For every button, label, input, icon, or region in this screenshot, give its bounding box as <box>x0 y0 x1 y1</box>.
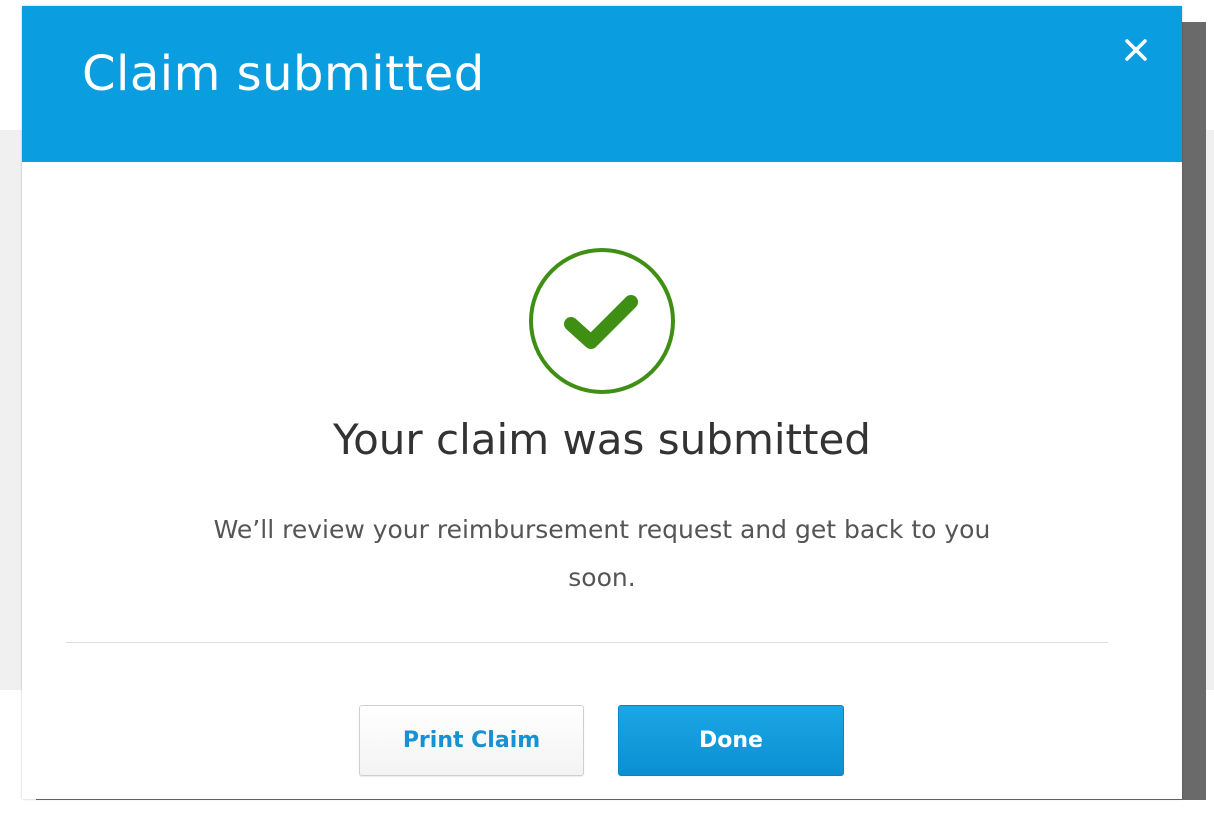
dialog-header: Claim submitted <box>22 6 1182 162</box>
checkmark-circle-icon <box>527 246 677 396</box>
claim-submitted-dialog: Claim submitted Your claim was submitted… <box>22 6 1182 799</box>
close-icon <box>1125 39 1147 61</box>
screen: Claim submitted Your claim was submitted… <box>0 0 1214 813</box>
print-claim-button[interactable]: Print Claim <box>359 705 584 776</box>
close-button[interactable] <box>1114 28 1158 72</box>
done-label: Done <box>699 728 763 753</box>
success-message: We’ll review your reimbursement request … <box>213 515 991 592</box>
success-heading: Your claim was submitted <box>333 415 871 464</box>
divider <box>66 642 1108 643</box>
dialog-title: Claim submitted <box>82 46 485 102</box>
done-button[interactable]: Done <box>618 705 844 776</box>
print-claim-label: Print Claim <box>402 728 541 753</box>
